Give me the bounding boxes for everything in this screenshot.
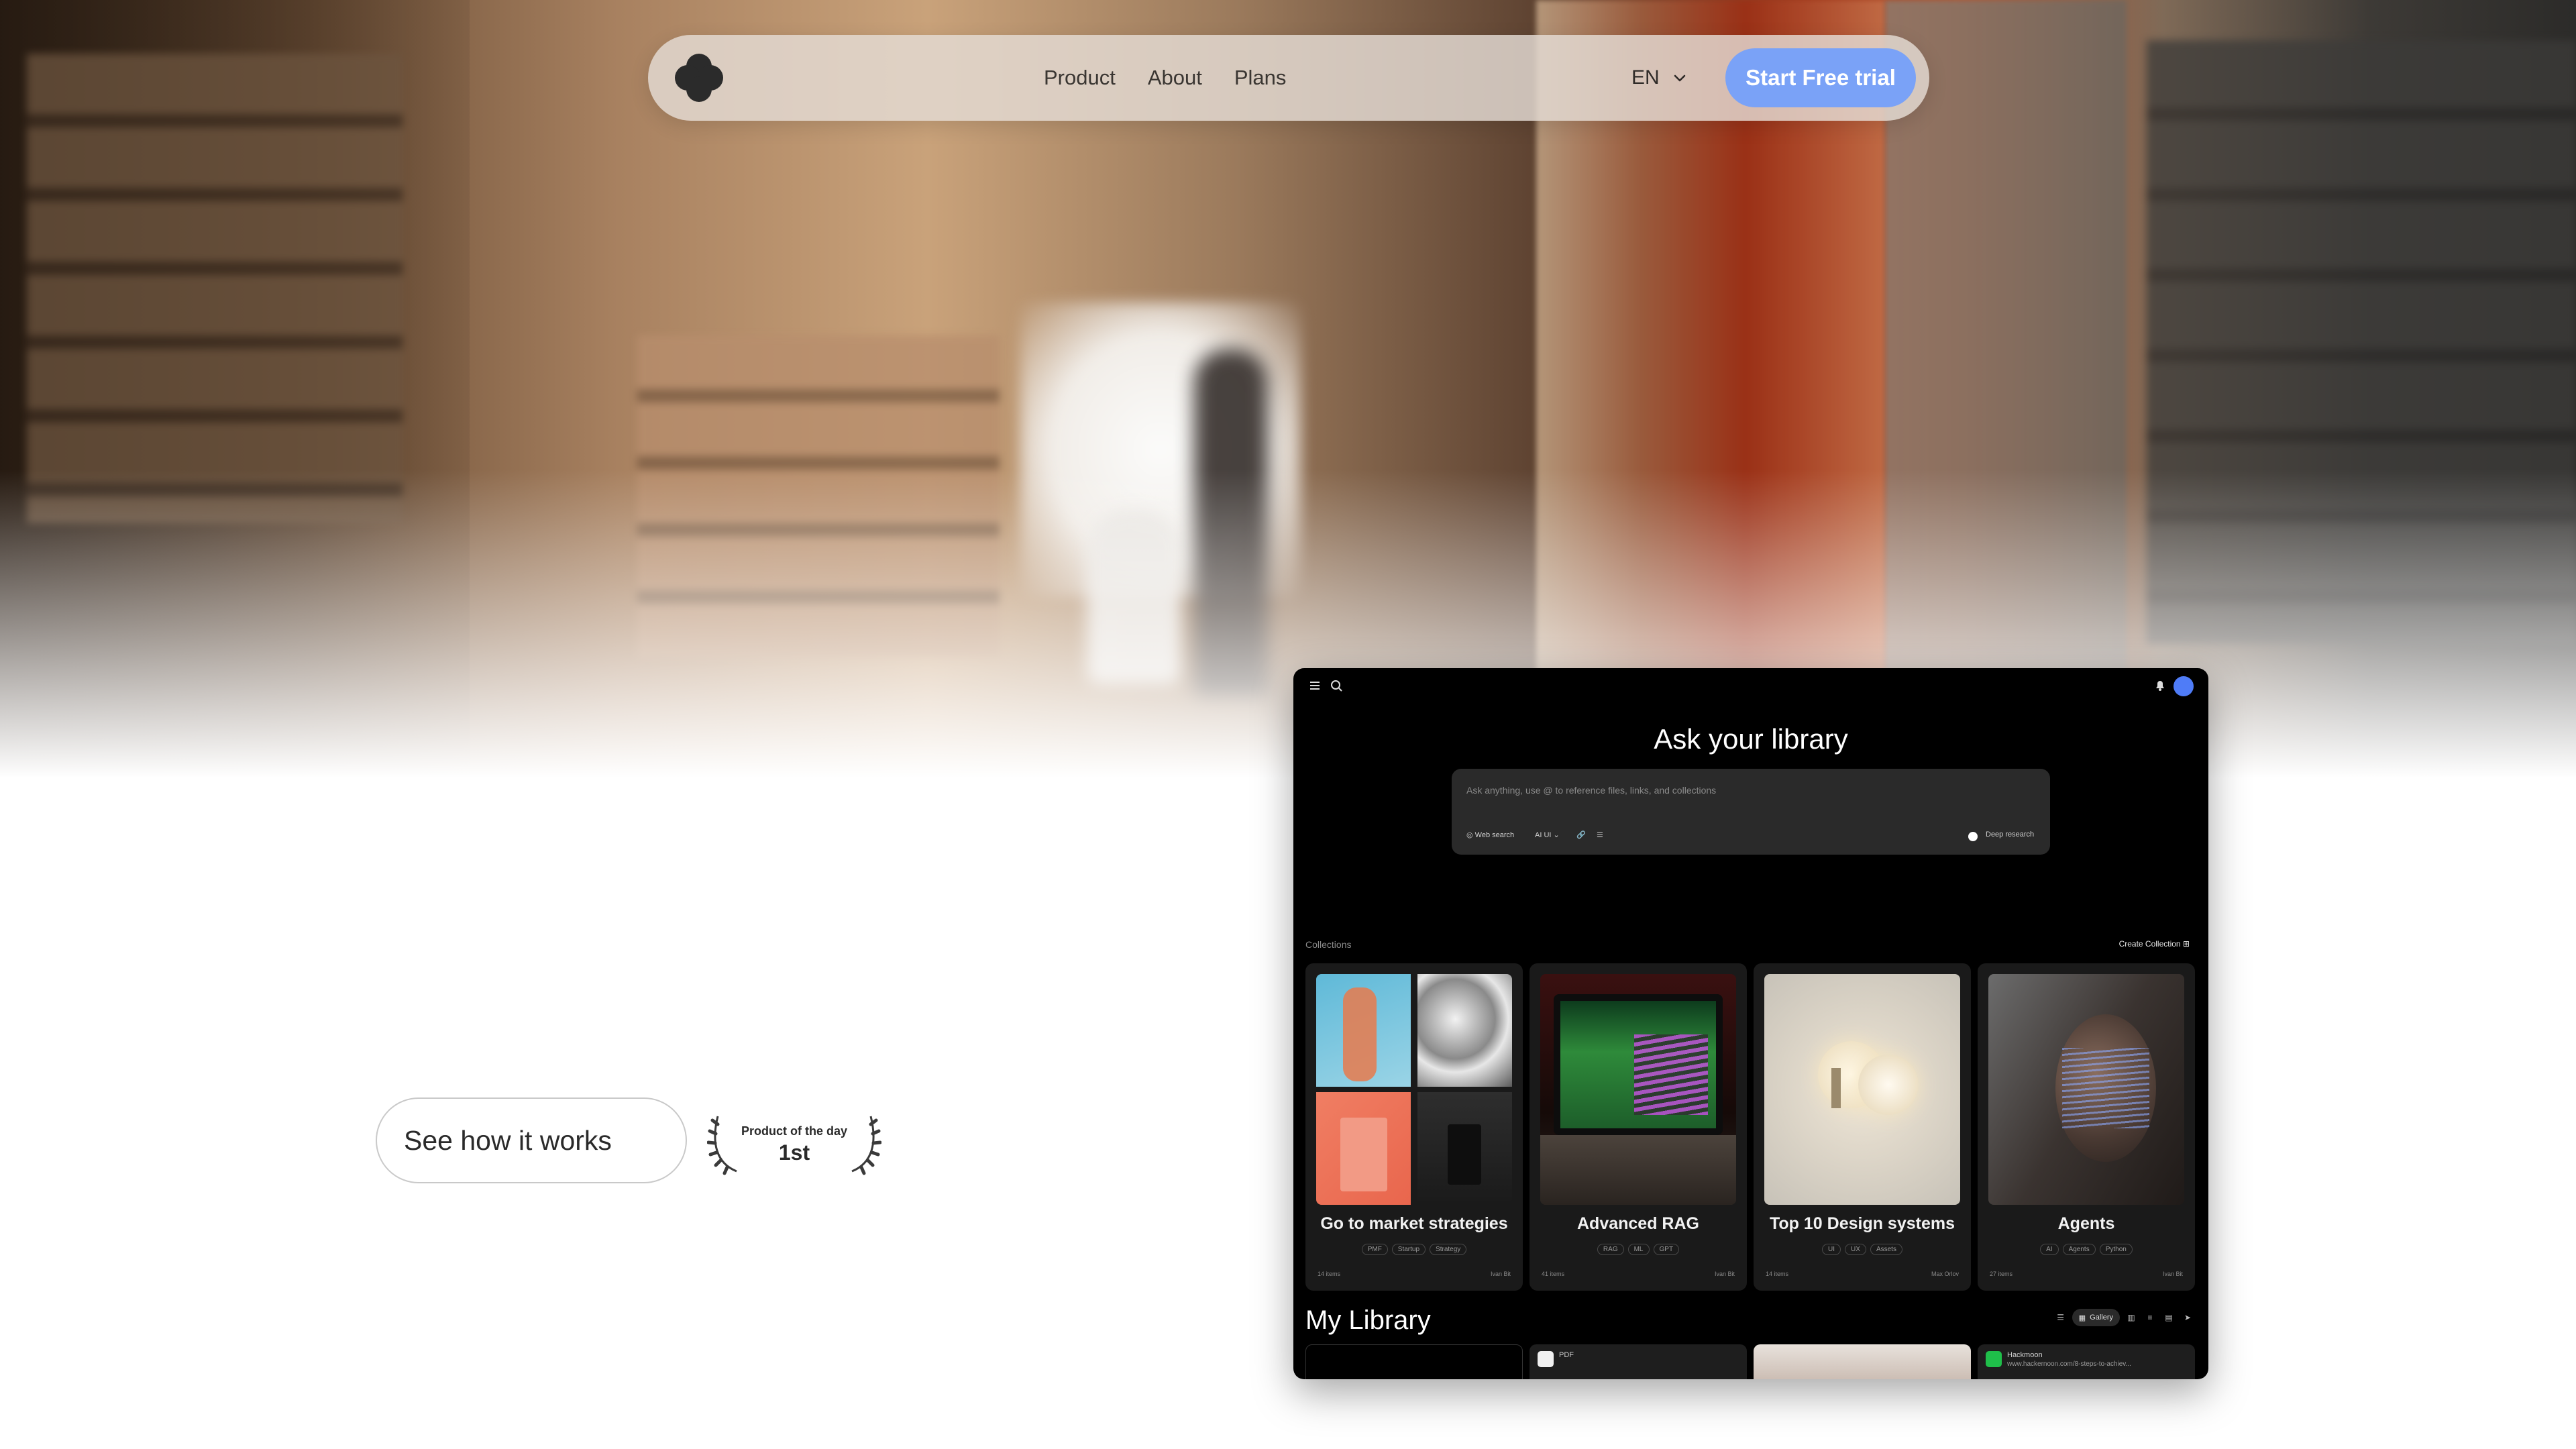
collection-tags: RAG ML GPT [1529,1244,1747,1255]
filter-icon[interactable]: ☰ [2053,1310,2068,1325]
see-how-it-works-button[interactable]: See how it works [376,1097,687,1183]
grid-view-icon[interactable]: ▥ [2124,1310,2139,1325]
collection-thumbnail [1764,974,1960,1205]
nav-links: Product About Plans [1044,35,1286,121]
menu-icon[interactable] [1307,678,1323,694]
tag[interactable]: Strategy [1430,1244,1467,1255]
collection-owner: Ivan Bit [2162,1271,2183,1277]
product-of-the-day-badge: Product of the day 1st [707,1111,881,1175]
collection-tags: AI Agents Python [1978,1244,2195,1255]
library-item[interactable] [1754,1344,1971,1379]
collection-owner: Ivan Bit [1490,1271,1511,1277]
collection-title: Go to market strategies [1320,1214,1508,1233]
laurel-right-icon [851,1116,881,1175]
collection-item-count: 14 items [1766,1271,1789,1277]
tag[interactable]: RAG [1597,1244,1624,1255]
collection-title: Top 10 Design systems [1769,1214,1955,1233]
library-view-toolbar: ☰ ▦ Gallery ▥ ≡ ▤ ➤ [2053,1308,2195,1327]
library-item-url: www.hackernoon.com/8-steps-to-achiev... [2007,1360,2131,1368]
collection-item-count: 27 items [1990,1271,2013,1277]
model-selector[interactable]: AI UI ⌄ [1535,830,1560,839]
table-view-icon[interactable]: ▤ [2161,1310,2176,1325]
my-library-heading: My Library [1305,1305,1431,1335]
collection-card[interactable]: Advanced RAG RAG ML GPT 41 items Ivan Bi… [1529,963,1747,1291]
create-collection-label: Create Collection [2118,939,2181,949]
library-item-title: Hackmoon [2007,1351,2043,1359]
collection-title: Agents [2057,1214,2115,1233]
tag[interactable]: ML [1627,1244,1650,1255]
tag[interactable]: Assets [1870,1244,1902,1255]
model-label: AI UI [1535,831,1552,839]
list-view-icon[interactable]: ≡ [2143,1310,2157,1325]
library-item-type: PDF [1559,1351,1574,1359]
collection-title: Advanced RAG [1577,1214,1699,1233]
share-icon[interactable]: ➤ [2180,1310,2195,1325]
tag[interactable]: UI [1822,1244,1841,1255]
collection-card[interactable]: Go to market strategies PMF Startup Stra… [1305,963,1523,1291]
library-item[interactable] [1305,1344,1523,1379]
collection-tags: UI UX Assets [1754,1244,1971,1255]
language-label: EN [1631,66,1660,89]
collection-thumbnail [1540,974,1736,1205]
web-search-label: Web search [1474,831,1515,839]
nav-link-plans[interactable]: Plans [1234,66,1287,90]
bell-icon[interactable] [2152,678,2168,694]
collection-item-count: 14 items [1318,1271,1341,1277]
tag[interactable]: AI [2040,1244,2059,1255]
brand-logo[interactable] [675,54,723,102]
tag[interactable]: GPT [1653,1244,1680,1255]
create-collection-button[interactable]: Create Collection ⊞ [2119,939,2190,949]
attach-icon[interactable]: 🔗 [1576,830,1586,839]
top-navigation: Product About Plans EN Start Free trial [648,35,1929,121]
prompt-settings-icon[interactable]: ☰ [1597,830,1603,839]
chevron-down-icon [1674,74,1685,82]
collection-card[interactable]: Agents AI Agents Python 27 items Ivan Bi… [1978,963,2195,1291]
collection-owner: Max Orlov [1931,1271,1959,1277]
app-headline: Ask your library [1654,723,1848,755]
nav-link-about[interactable]: About [1148,66,1202,90]
collection-tags: PMF Startup Strategy [1305,1244,1523,1255]
collection-thumbnail [1316,974,1512,1205]
hackernoon-logo-icon [1986,1351,2002,1367]
tag[interactable]: PMF [1361,1244,1388,1255]
collection-item-count: 41 items [1542,1271,1565,1277]
collection-thumbnail [1988,974,2184,1205]
library-item[interactable]: PDF [1529,1344,1747,1379]
pdf-file-icon [1538,1351,1554,1367]
tag[interactable]: Agents [2062,1244,2096,1255]
language-selector[interactable]: EN [1631,35,1688,121]
web-search-toggle[interactable]: ◎ Web search [1466,830,1514,839]
view-mode-switcher[interactable]: ▦ Gallery [2072,1309,2120,1326]
start-free-trial-button[interactable]: Start Free trial [1725,48,1916,107]
collection-card[interactable]: Top 10 Design systems UI UX Assets 14 it… [1754,963,1971,1291]
tag[interactable]: UX [1845,1244,1866,1255]
deep-research-toggle[interactable] [1968,832,1978,841]
library-item[interactable]: Hackmoon www.hackernoon.com/8-steps-to-a… [1978,1344,2195,1379]
tag[interactable]: Startup [1391,1244,1426,1255]
collection-owner: Ivan Bit [1714,1271,1735,1277]
nav-link-product[interactable]: Product [1044,66,1116,90]
view-mode-label: Gallery [2090,1313,2113,1322]
collections-label: Collections [1305,939,1352,950]
deep-research-label: Deep research [1986,830,2035,839]
app-preview-window: Ask your library Ask anything, use @ to … [1293,668,2208,1379]
ask-placeholder: Ask anything, use @ to reference files, … [1466,785,1717,796]
tag[interactable]: Python [2099,1244,2133,1255]
search-icon[interactable] [1328,678,1344,694]
ask-input[interactable]: Ask anything, use @ to reference files, … [1452,769,2050,855]
user-avatar[interactable] [2174,676,2194,696]
